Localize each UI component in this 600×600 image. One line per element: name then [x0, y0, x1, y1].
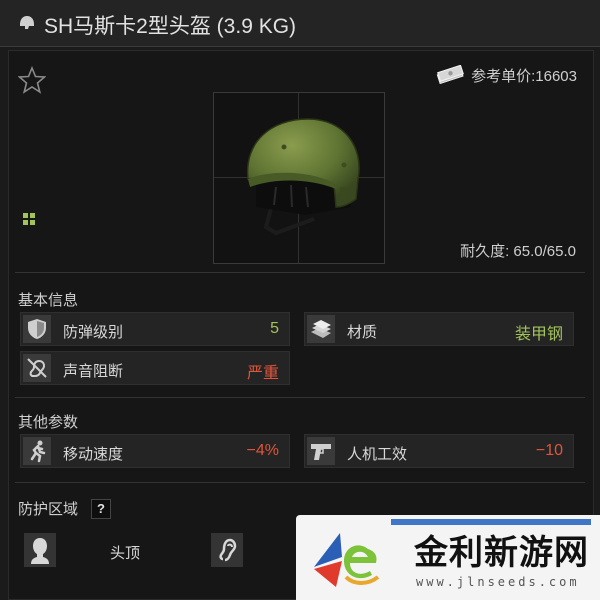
help-button[interactable]: ? [91, 499, 111, 519]
favorite-star-icon[interactable] [18, 66, 46, 94]
stat-label: 移动速度 [63, 446, 124, 463]
head-silhouette-icon [31, 538, 49, 564]
stat-sound-reduction: 声音阻断 严重 [20, 351, 290, 385]
divider [15, 482, 585, 483]
stat-move-speed: 移动速度 −4% [20, 434, 290, 468]
shield-icon [28, 319, 46, 339]
zone-ears [211, 533, 243, 567]
stat-armor-class: 防弹级别 5 [20, 312, 290, 346]
stat-value: −4% [246, 442, 279, 459]
stat-value: 5 [270, 320, 279, 337]
stat-material: 材质 装甲钢 [304, 312, 574, 346]
armor-plates-icon [311, 320, 331, 338]
muted-ear-icon [27, 358, 47, 378]
stat-value: −10 [535, 442, 563, 459]
watermark-url: www.jlnseeds.com [416, 575, 580, 589]
stat-label: 人机工效 [347, 446, 408, 463]
stat-value: 严重 [246, 365, 279, 382]
pistol-icon [311, 444, 331, 460]
ear-icon [219, 538, 237, 562]
divider [15, 397, 585, 398]
zone-head-top [24, 533, 56, 567]
stat-value: 装甲钢 [514, 326, 563, 343]
section-basic-info: 基本信息 [18, 292, 79, 309]
section-protection-zones: 防护区域 [18, 501, 79, 518]
reference-price: 参考单价:16603 [435, 64, 577, 86]
divider [15, 272, 585, 273]
helmet-image [246, 118, 360, 236]
watermark: 金利新游网 www.jlnseeds.com [296, 515, 600, 600]
money-stack-icon [436, 65, 465, 85]
stat-label: 防弹级别 [63, 324, 124, 341]
watermark-text: 金利新游网 [414, 533, 589, 573]
item-title: SH马斯卡2型头盔 (3.9 KG) [44, 15, 297, 38]
stat-label: 材质 [347, 324, 378, 341]
running-man-icon [30, 440, 46, 463]
item-image-frame [213, 92, 385, 264]
title-bar: SH马斯卡2型头盔 (3.9 KG) [0, 0, 600, 47]
grid-size-icon [23, 213, 35, 225]
helmet-icon [20, 16, 34, 29]
price-text: 参考单价:16603 [471, 67, 577, 85]
stat-label: 声音阻断 [63, 363, 124, 380]
zone-label: 头顶 [110, 545, 141, 562]
durability: 耐久度: 65.0/65.0 [460, 243, 576, 260]
stat-ergonomics: 人机工效 −10 [304, 434, 574, 468]
section-other-params: 其他参数 [18, 414, 79, 431]
site-logo-icon [314, 533, 380, 587]
